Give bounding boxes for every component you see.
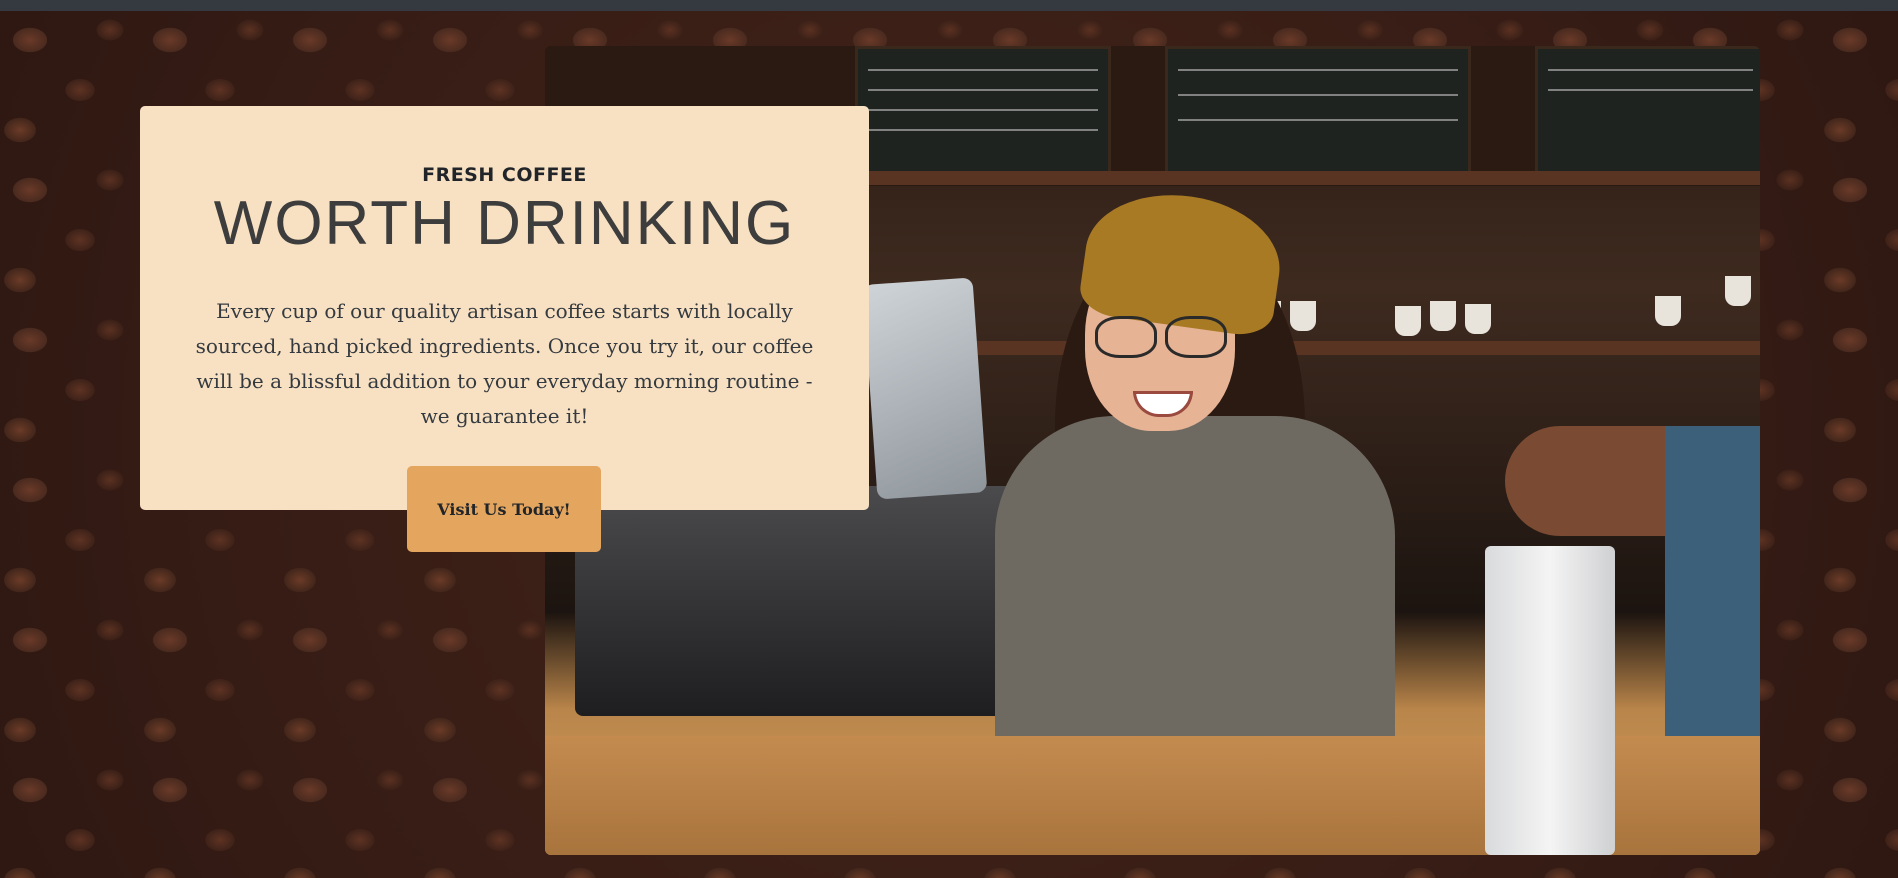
- visit-us-button[interactable]: Visit Us Today!: [407, 466, 601, 552]
- chalkboard-menu: [1165, 46, 1471, 177]
- chalkboard-menu: [1535, 46, 1760, 177]
- cup-icon: [1430, 301, 1456, 331]
- pos-screen: [862, 277, 988, 500]
- glasses-icon: [1095, 316, 1235, 358]
- cup-stack: [1485, 546, 1615, 855]
- cup-icon: [1395, 306, 1421, 336]
- chalkboard-menu: [855, 46, 1111, 177]
- top-bar: [0, 0, 1898, 11]
- barista: [975, 166, 1395, 836]
- cup-icon: [1655, 296, 1681, 326]
- section-subtitle: FRESH COFFEE: [422, 164, 587, 186]
- cup-icon: [1465, 304, 1491, 334]
- section-title: WORTH DRINKING: [213, 189, 796, 258]
- intro-text: Every cup of our quality artisan coffee …: [195, 299, 814, 428]
- cup-icon: [1725, 276, 1751, 306]
- intro-card: FRESH COFFEE WORTH DRINKING Every cup of…: [140, 106, 869, 510]
